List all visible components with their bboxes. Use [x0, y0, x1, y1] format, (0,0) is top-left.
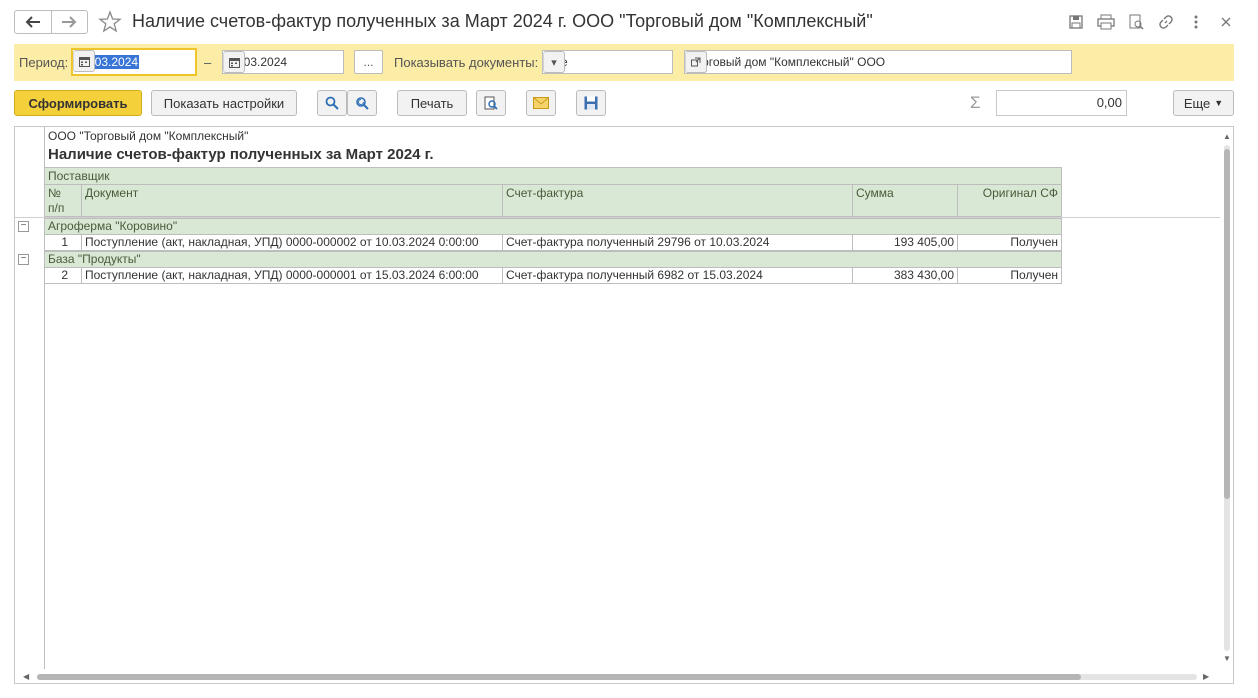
table-cell-sum: 383 430,00 [852, 267, 958, 284]
table-cell-original: Получен [957, 234, 1062, 251]
group-row-supplier: База "Продукты" [44, 251, 1062, 268]
chevron-down-icon[interactable]: ▾ [543, 51, 565, 73]
open-form-icon[interactable] [685, 51, 707, 73]
sum-sigma-icon: Σ [970, 93, 981, 112]
generate-button[interactable]: Сформировать [14, 90, 142, 116]
print-preview-icon [484, 96, 498, 110]
horizontal-scroll-thumb[interactable] [37, 674, 1081, 680]
collapse-group-icon[interactable]: − [18, 221, 29, 232]
navigation-buttons [14, 10, 88, 34]
table-cell-sum: 193 405,00 [852, 234, 958, 251]
favorite-star-icon[interactable] [98, 10, 122, 34]
header-document: Документ [81, 184, 503, 217]
close-icon[interactable] [1216, 12, 1236, 32]
header-number-line1: № [48, 186, 61, 200]
show-documents-label: Показывать документы: [394, 55, 539, 70]
window-title: Наличие счетов-фактур полученных за Март… [132, 11, 873, 31]
report-organization: ООО "Торговый дом "Комплексный" [48, 129, 249, 143]
print-preview-button[interactable] [476, 90, 506, 116]
select-period-button[interactable]: ... [354, 50, 383, 74]
header-sum: Сумма [852, 184, 958, 217]
filter-panel: Период: 01.03.2024 – 31.03.2024 ... Пока… [14, 44, 1234, 81]
more-button-label: Еще [1183, 95, 1211, 111]
header-invoice: Счет-фактура [502, 184, 853, 217]
search-refresh-button[interactable] [347, 90, 377, 116]
date-to-field[interactable]: 31.03.2024 [222, 50, 344, 74]
report-spreadsheet[interactable]: ООО "Торговый дом "Комплексный" Наличие … [14, 126, 1234, 684]
arrow-right-icon [62, 16, 77, 28]
send-email-button[interactable] [526, 90, 556, 116]
horizontal-scrollbar[interactable]: ◀ ▶ [15, 669, 1220, 683]
window-actions [1066, 12, 1236, 32]
show-documents-select[interactable]: Все ▾ [542, 50, 673, 74]
table-cell-number: 2 [44, 267, 82, 284]
scroll-left-icon[interactable]: ◀ [23, 672, 29, 681]
scroll-up-icon[interactable]: ▲ [1223, 132, 1231, 141]
calendar-icon[interactable] [73, 50, 95, 72]
scroll-down-icon[interactable]: ▼ [1223, 654, 1231, 663]
selected-sum-field: 0,00 [996, 90, 1127, 116]
header-number-line2: п/п [48, 201, 65, 215]
calendar-icon[interactable] [223, 51, 245, 73]
table-cell-invoice[interactable]: Счет-фактура полученный 6982 от 15.03.20… [502, 267, 853, 284]
command-bar: Сформировать Показать настройки Печать Σ… [14, 90, 1234, 116]
search-icon [325, 96, 339, 110]
save-report-button[interactable] [576, 90, 606, 116]
period-label: Период: [19, 55, 69, 70]
header-supplier: Поставщик [44, 167, 1062, 185]
organization-value: Торговый дом "Комплексный" ООО [689, 55, 886, 69]
vertical-scroll-thumb[interactable] [1224, 149, 1230, 499]
more-vertical-icon[interactable] [1186, 12, 1206, 32]
forward-button[interactable] [50, 11, 88, 33]
preview-icon[interactable] [1126, 12, 1146, 32]
report-window: Наличие счетов-фактур полученных за Март… [0, 0, 1258, 698]
group-row-supplier: Агроферма "Коровино" [44, 218, 1062, 235]
period-dash: – [204, 55, 212, 70]
organization-select[interactable]: Торговый дом "Комплексный" ООО ▾ [684, 50, 1072, 74]
search-refresh-icon [356, 97, 369, 110]
scroll-right-icon[interactable]: ▶ [1203, 672, 1209, 681]
print-button[interactable]: Печать [397, 90, 467, 116]
search-button[interactable] [317, 90, 347, 116]
chevron-down-icon: ▼ [1214, 98, 1224, 108]
report-title: Наличие счетов-фактур полученных за Март… [48, 146, 434, 163]
table-cell-invoice[interactable]: Счет-фактура полученный 29796 от 10.03.2… [502, 234, 853, 251]
table-cell-document[interactable]: Поступление (акт, накладная, УПД) 0000-0… [81, 234, 503, 251]
show-settings-button[interactable]: Показать настройки [151, 90, 297, 116]
arrow-left-icon [25, 16, 40, 28]
vertical-scrollbar[interactable]: ▲ ▼ [1220, 127, 1233, 669]
table-cell-original: Получен [957, 267, 1062, 284]
date-from-field[interactable]: 01.03.2024 [71, 48, 197, 76]
envelope-icon [533, 97, 549, 109]
printer-icon[interactable] [1096, 12, 1116, 32]
header-original: Оригинал СФ [957, 184, 1062, 217]
table-cell-document[interactable]: Поступление (акт, накладная, УПД) 0000-0… [81, 267, 503, 284]
table-cell-number: 1 [44, 234, 82, 251]
title-bar: Наличие счетов-фактур полученных за Март… [0, 0, 1258, 44]
back-button[interactable] [15, 11, 51, 33]
more-button[interactable]: Еще ▼ [1173, 90, 1234, 116]
header-number: № п/п [44, 184, 82, 217]
save-icon[interactable] [1066, 12, 1086, 32]
link-icon[interactable] [1156, 12, 1176, 32]
collapse-group-icon[interactable]: − [18, 254, 29, 265]
floppy-disk-icon [584, 96, 598, 110]
